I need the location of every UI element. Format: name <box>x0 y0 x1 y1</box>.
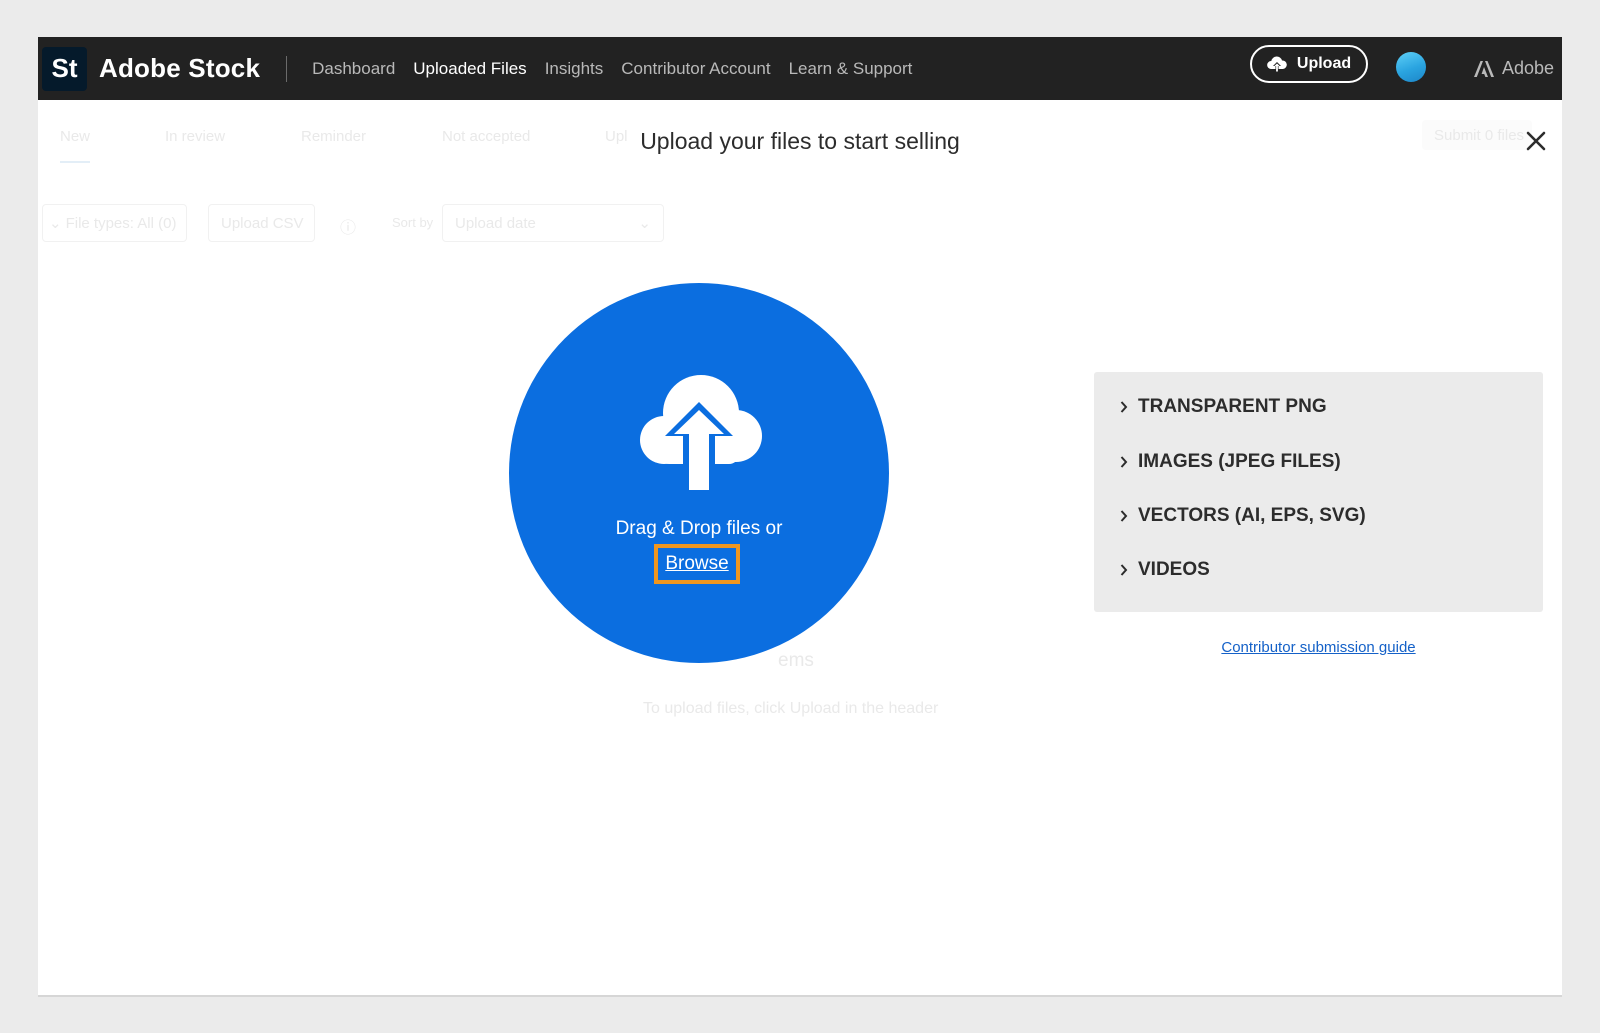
upload-button[interactable]: Upload <box>1250 45 1368 83</box>
adobe-logo-icon <box>1474 60 1494 77</box>
type-videos[interactable]: VIDEOS <box>1120 559 1210 581</box>
empty-state-hint: To upload files, click Upload in the hea… <box>643 700 939 717</box>
chevron-right-icon <box>1120 401 1128 413</box>
browse-button[interactable]: Browse <box>654 544 740 584</box>
drop-zone[interactable]: Drag & Drop files or Browse <box>509 283 889 663</box>
nav-dashboard[interactable]: Dashboard <box>312 59 395 79</box>
chevron-right-icon <box>1120 564 1128 576</box>
type-label: VECTORS (AI, EPS, SVG) <box>1138 505 1366 526</box>
type-images-jpeg[interactable]: IMAGES (JPEG FILES) <box>1120 451 1341 473</box>
adobe-link[interactable]: Adobe <box>1474 37 1554 100</box>
top-header: St Adobe Stock Dashboard Uploaded Files … <box>38 37 1562 100</box>
upload-csv-label: Upload CSV <box>221 214 304 232</box>
active-tab-indicator <box>60 161 90 163</box>
file-types-panel: TRANSPARENT PNG IMAGES (JPEG FILES) VECT… <box>1094 372 1543 612</box>
cloud-upload-icon <box>1267 56 1287 72</box>
header-divider <box>286 55 288 82</box>
sort-select-value: Upload date <box>455 214 536 232</box>
brand-name[interactable]: Adobe Stock <box>99 53 260 84</box>
stock-logo[interactable]: St <box>42 46 87 91</box>
upload-csv-button: Upload CSV <box>208 204 315 242</box>
nav-insights[interactable]: Insights <box>545 59 604 79</box>
type-label: VIDEOS <box>1138 559 1210 580</box>
chevron-right-icon <box>1120 456 1128 468</box>
app-window: St Adobe Stock Dashboard Uploaded Files … <box>38 37 1562 997</box>
type-vectors[interactable]: VECTORS (AI, EPS, SVG) <box>1120 505 1366 527</box>
modal-title: Upload your files to start selling <box>640 128 960 154</box>
drop-instruction: Drag & Drop files or <box>615 518 783 539</box>
avatar[interactable] <box>1396 52 1426 82</box>
nav-contributor-account[interactable]: Contributor Account <box>621 59 770 79</box>
nav-uploaded-files[interactable]: Uploaded Files <box>413 59 526 79</box>
logo-text: St <box>51 53 78 83</box>
contributor-guide-link[interactable]: Contributor submission guide <box>1094 639 1543 656</box>
chevron-down-icon: ⌄ <box>638 215 651 232</box>
browse-link[interactable]: Browse <box>665 553 728 575</box>
file-types-filter: ⌄ File types: All (0) <box>42 204 187 242</box>
info-icon: ⓘ <box>340 220 357 237</box>
empty-state-title: ems <box>778 650 814 671</box>
upload-button-label: Upload <box>1296 55 1352 72</box>
adobe-label: Adobe <box>1502 58 1555 78</box>
close-icon[interactable] <box>1524 129 1548 153</box>
sort-by-label: Sort by <box>392 215 434 230</box>
file-types-label: File types: All (0) <box>65 214 177 232</box>
sort-select: Upload date ⌄ <box>442 204 664 242</box>
cloud-upload-icon <box>640 375 762 494</box>
type-transparent-png[interactable]: TRANSPARENT PNG <box>1120 396 1327 418</box>
chevron-down-icon: ⌄ <box>49 215 62 232</box>
chevron-right-icon <box>1120 510 1128 522</box>
nav-learn-support[interactable]: Learn & Support <box>789 59 913 79</box>
type-label: TRANSPARENT PNG <box>1138 396 1327 417</box>
type-label: IMAGES (JPEG FILES) <box>1138 451 1341 472</box>
